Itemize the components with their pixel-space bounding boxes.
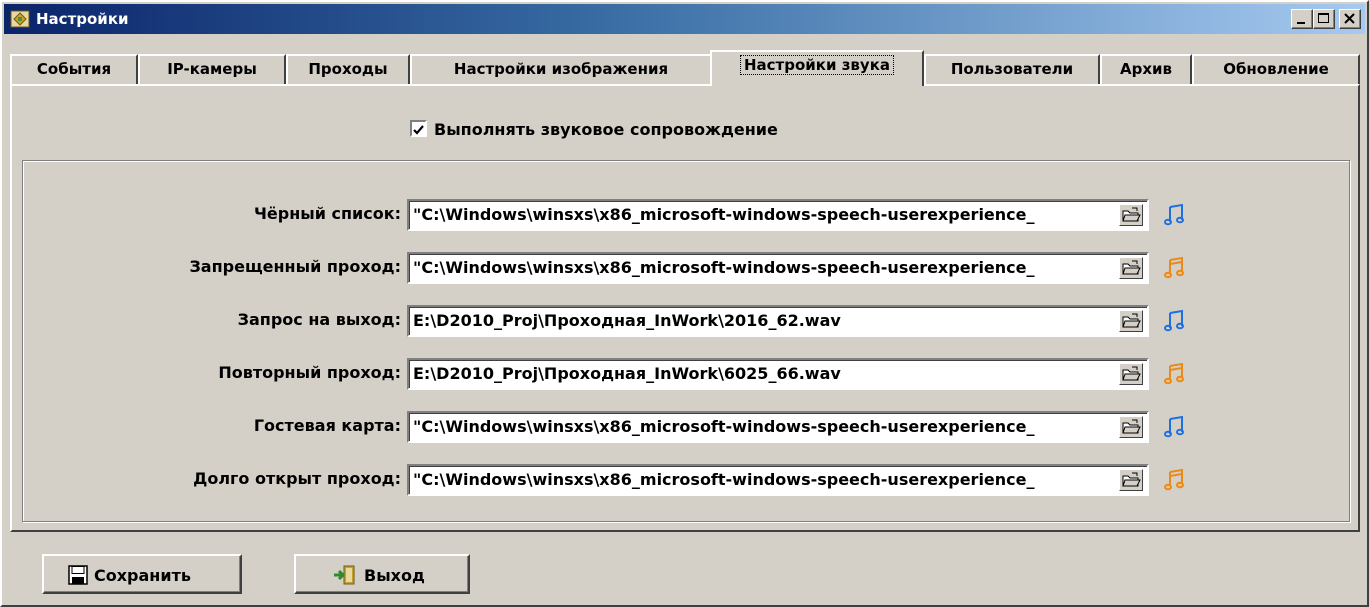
sound-row-exit-request: Запрос на выход: E:\D2010_Proj\Проходная…	[23, 305, 1351, 337]
open-folder-icon	[1122, 260, 1141, 275]
sound-row-label: Повторный проход:	[218, 363, 401, 382]
sound-file-input-forbidden[interactable]: "C:\Windows\winsxs\x86_microsoft-windows…	[407, 252, 1149, 284]
maximize-icon	[1318, 13, 1329, 23]
sound-row-label: Гостевая карта:	[253, 416, 401, 435]
tab-users[interactable]: Пользователи	[924, 54, 1100, 84]
open-folder-icon	[1122, 366, 1141, 381]
sound-enable-checkbox[interactable]	[410, 120, 427, 137]
sound-row-label: Долго открыт проход:	[193, 469, 401, 488]
music-note-orange-icon[interactable]	[1163, 256, 1185, 280]
open-folder-icon	[1122, 419, 1141, 434]
sound-enable-label: Выполнять звуковое сопровождение	[434, 120, 778, 139]
browse-folder-button[interactable]	[1119, 257, 1143, 279]
open-folder-icon	[1122, 313, 1141, 328]
sound-file-input-blacklist[interactable]: "C:\Windows\winsxs\x86_microsoft-windows…	[407, 199, 1149, 231]
settings-window: Настройки События IP-камеры Проходы Наст…	[0, 0, 1369, 607]
sound-file-input-long-open[interactable]: "C:\Windows\winsxs\x86_microsoft-windows…	[407, 464, 1149, 496]
music-note-orange-icon[interactable]	[1163, 362, 1185, 386]
tab-ip-cameras[interactable]: IP-камеры	[138, 54, 286, 84]
close-button[interactable]	[1339, 9, 1361, 29]
tab-passages[interactable]: Проходы	[286, 54, 410, 84]
sound-file-input-repeat-pass[interactable]: E:\D2010_Proj\Проходная_InWork\6025_66.w…	[407, 358, 1149, 390]
open-folder-icon	[1122, 472, 1141, 487]
browse-folder-button[interactable]	[1119, 363, 1143, 385]
tab-image-settings[interactable]: Настройки изображения	[410, 54, 712, 84]
sound-row-forbidden: Запрещенный проход: "C:\Windows\winsxs\x…	[23, 252, 1351, 284]
sound-row-label: Запрос на выход:	[237, 310, 401, 329]
tab-update[interactable]: Обновление	[1192, 54, 1360, 84]
sound-row-blacklist: Чёрный список: "C:\Windows\winsxs\x86_mi…	[23, 199, 1351, 231]
browse-folder-button[interactable]	[1119, 469, 1143, 491]
tab-archive[interactable]: Архив	[1100, 54, 1192, 84]
tab-sound-settings[interactable]: Настройки звука	[710, 50, 924, 86]
minimize-button[interactable]	[1291, 9, 1313, 29]
sound-file-input-guest-card[interactable]: "C:\Windows\winsxs\x86_microsoft-windows…	[407, 411, 1149, 443]
exit-door-icon	[334, 565, 355, 585]
music-note-blue-icon[interactable]	[1163, 203, 1185, 227]
music-note-blue-icon[interactable]	[1163, 415, 1185, 439]
close-icon	[1344, 13, 1355, 24]
checkmark-icon	[413, 125, 424, 135]
sound-file-input-exit-request[interactable]: E:\D2010_Proj\Проходная_InWork\2016_62.w…	[407, 305, 1149, 337]
browse-folder-button[interactable]	[1119, 416, 1143, 438]
music-note-blue-icon[interactable]	[1163, 309, 1185, 333]
sound-row-guest-card: Гостевая карта: "C:\Windows\winsxs\x86_m…	[23, 411, 1351, 443]
minimize-icon	[1297, 22, 1305, 24]
sound-row-label: Запрещенный проход:	[189, 257, 401, 276]
save-button[interactable]: Сохранить	[42, 554, 242, 594]
title-bar[interactable]: Настройки	[4, 4, 1365, 34]
floppy-disk-icon	[68, 565, 88, 585]
app-icon	[10, 10, 30, 28]
open-folder-icon	[1122, 207, 1141, 222]
browse-folder-button[interactable]	[1119, 204, 1143, 226]
sound-settings-panel: Выполнять звуковое сопровождение Чёрный …	[10, 84, 1360, 532]
sound-row-label: Чёрный список:	[253, 204, 401, 223]
browse-folder-button[interactable]	[1119, 310, 1143, 332]
exit-button[interactable]: Выход	[294, 554, 470, 594]
window-title: Настройки	[36, 10, 129, 28]
sound-files-group: Чёрный список: "C:\Windows\winsxs\x86_mi…	[22, 160, 1350, 522]
music-note-orange-icon[interactable]	[1163, 468, 1185, 492]
sound-row-repeat-pass: Повторный проход: E:\D2010_Proj\Проходна…	[23, 358, 1351, 390]
tab-events[interactable]: События	[10, 54, 138, 84]
maximize-button[interactable]	[1313, 9, 1335, 29]
sound-row-long-open: Долго открыт проход: "C:\Windows\winsxs\…	[23, 464, 1351, 496]
